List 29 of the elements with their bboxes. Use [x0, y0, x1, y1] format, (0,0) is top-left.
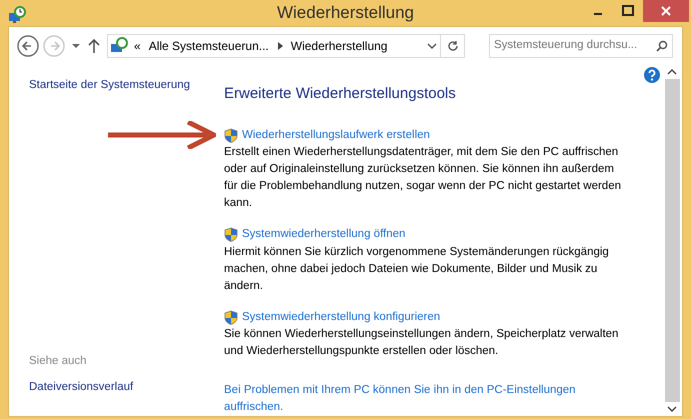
back-icon[interactable] [17, 34, 39, 56]
shield-icon [224, 128, 238, 144]
task-description: Hiermit können Sie kürzlich vorgenommene Systemänderungen rückgängig machen, ohne dabei jedoch Dateien wie Dokumente, Bilder und Musik zu ändern. [224, 244, 610, 294]
sidebar-link[interactable]: Startseite der Systemsteuerung [29, 76, 224, 94]
task-link[interactable]: Systemwiederherstellung öffnen [242, 226, 406, 244]
shield-icon [224, 227, 238, 242]
dropdown-icon[interactable] [71, 42, 81, 50]
scrollbar-thumb[interactable] [664, 78, 680, 402]
breadcrumb[interactable]: Wiederherstellung [290, 36, 388, 54]
up-arrow-icon[interactable] [87, 38, 101, 54]
search-field[interactable]: Systemsteuerung durchsu... [489, 34, 673, 58]
task-description: Sie können Wiederherstellungseinstellungen ändern, Speicherplatz verwalten und Wiederherstellungspunkte erstellen oder löschen. [224, 326, 620, 359]
address-bar[interactable]: « Alle Systemsteuerun... Wiederherstellung [107, 34, 465, 58]
refresh-icon[interactable] [446, 40, 458, 52]
search-icon [656, 40, 668, 52]
task-description: Erstellt einen Wiederherstellungsdatenträger, mit dem Sie den PC auffrischen oder auf Originaleinstellung zurücksetzen können. Sie können ihn außerdem für die Problembehandlung nutzen, sogar wenn der PC nicht gestartet werden kann. [224, 145, 622, 212]
section-heading: Siehe auch [29, 354, 88, 370]
sidebar-link[interactable]: Dateiversionsverlauf [29, 378, 224, 396]
task-link[interactable]: Wiederherstellungslaufwerk erstellen [242, 127, 430, 144]
close-icon[interactable] [643, 0, 689, 22]
page-heading: Erweiterte Wiederherstellungstools [224, 84, 457, 104]
refresh-pc-link[interactable]: Bei Problemen mit Ihrem PC können Sie ihn in den PC-Einstellungen auffrischen. [224, 382, 636, 416]
breadcrumb[interactable]: Alle Systemsteuerun... [148, 36, 269, 54]
shield-icon [224, 310, 238, 325]
overflow-button[interactable]: « [134, 36, 141, 54]
task-link[interactable]: Systemwiederherstellung konfigurieren [242, 308, 440, 326]
chevron-icon [276, 42, 283, 50]
window-title: Wiederherstellung [276, 2, 414, 24]
help-icon[interactable] [644, 66, 660, 82]
